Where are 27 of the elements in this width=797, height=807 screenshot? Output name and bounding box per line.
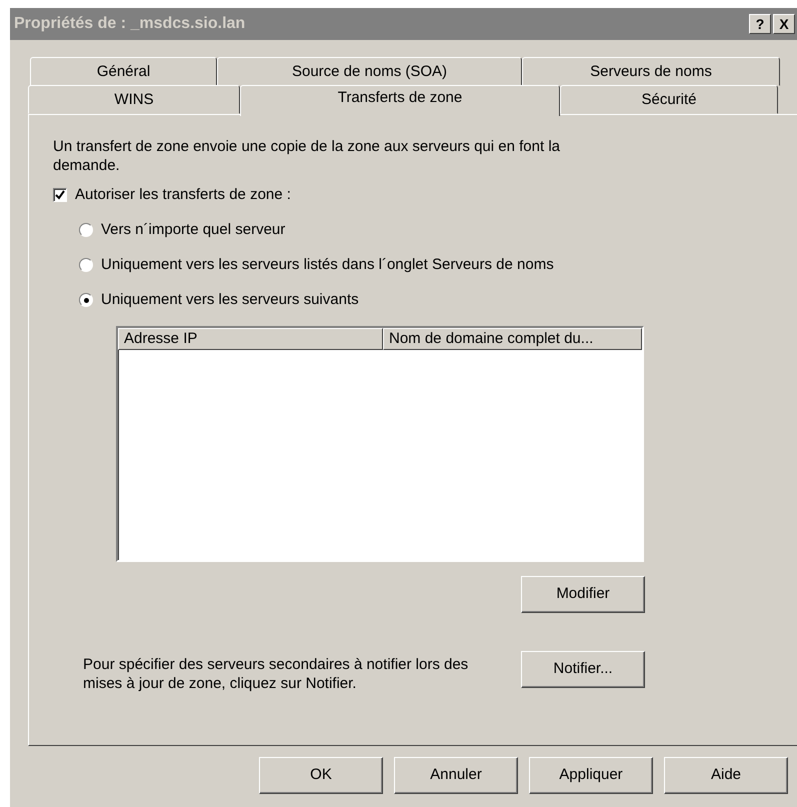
radio-label: Vers n´importe quel serveur xyxy=(101,220,286,240)
radio-label: Uniquement vers les serveurs listés dans l´onglet Serveurs de noms xyxy=(101,254,554,275)
radio-button[interactable] xyxy=(79,258,93,272)
help-button[interactable]: Aide xyxy=(664,757,788,794)
close-button[interactable]: X xyxy=(773,14,795,34)
checkbox[interactable] xyxy=(53,188,67,202)
cancel-button[interactable]: Annuler xyxy=(394,757,518,794)
apply-button[interactable]: Appliquer xyxy=(529,757,653,794)
tab[interactable]: Sécurité xyxy=(560,85,778,114)
modify-button[interactable]: Modifier xyxy=(521,576,645,613)
tab[interactable]: Transferts de zone xyxy=(240,85,560,116)
tab[interactable]: WINS xyxy=(28,85,240,114)
column-header[interactable]: Nom de domaine complet du... xyxy=(383,328,642,350)
window-title: Propriétés de : _msdcs.sio.lan xyxy=(14,14,246,34)
checkbox-label: Autoriser les transferts de zone : xyxy=(75,184,291,205)
radio-label: Uniquement vers les serveurs suivants xyxy=(101,290,359,310)
ok-button[interactable]: OK xyxy=(259,757,383,794)
tab[interactable]: Serveurs de noms xyxy=(522,57,780,86)
radio-button[interactable] xyxy=(79,293,93,307)
description-text: Un transfert de zone envoie une copie de la zone aux serveurs qui en font la demande. xyxy=(53,137,561,175)
notify-text: Pour spécifier des serveurs secondaires à notifier lors des mises à jour de zone, cliquez sur Notifier. xyxy=(83,655,470,693)
radio-button[interactable] xyxy=(79,223,93,237)
tab[interactable]: Source de noms (SOA) xyxy=(217,57,522,86)
help-button[interactable]: ? xyxy=(749,14,771,34)
notify-button[interactable]: Notifier... xyxy=(521,651,645,688)
column-header[interactable]: Adresse IP xyxy=(118,328,383,350)
tab[interactable]: Général xyxy=(30,57,217,86)
